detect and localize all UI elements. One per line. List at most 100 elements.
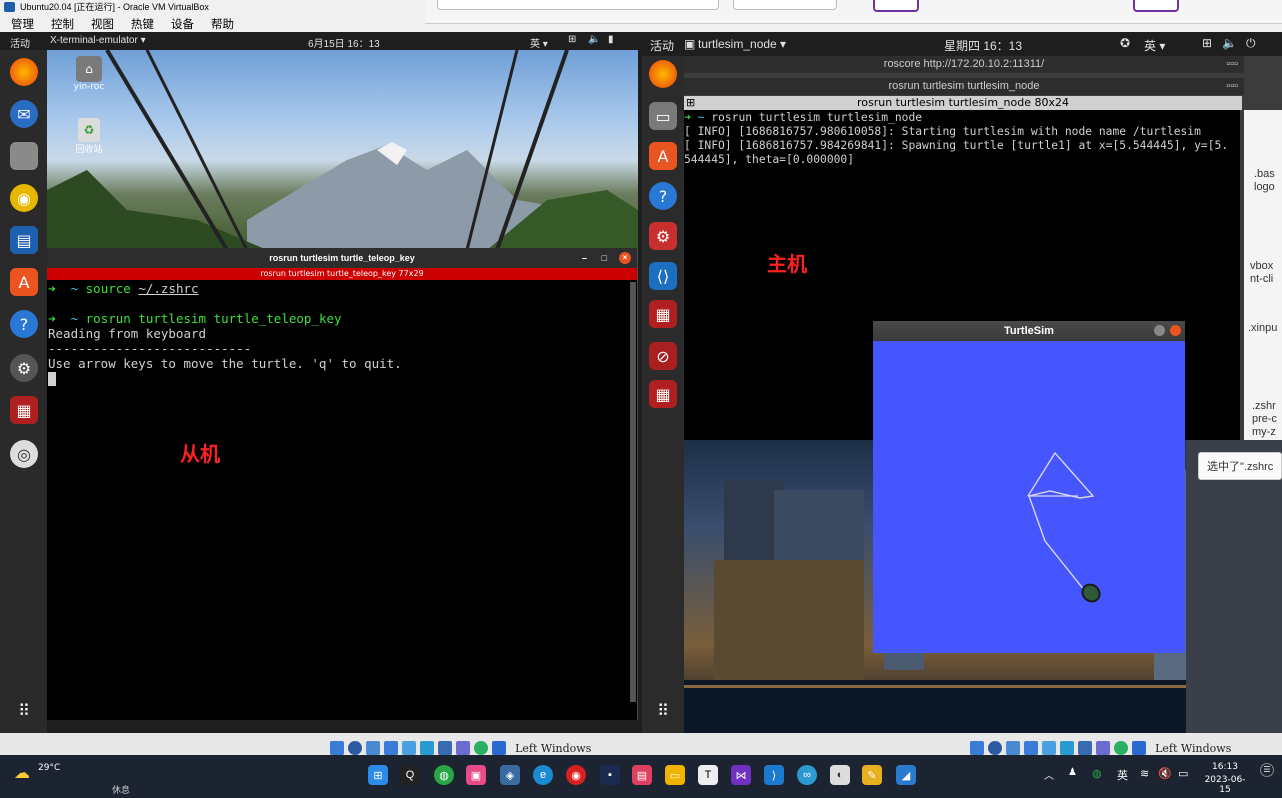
audio-icon[interactable] — [1006, 740, 1020, 755]
settings-icon[interactable]: ⚙ — [10, 354, 38, 382]
app-menu[interactable]: X-terminal-emulator ▾ — [50, 35, 146, 46]
mouse-integration-icon[interactable] — [1132, 740, 1146, 755]
software-icon[interactable]: A — [649, 142, 677, 170]
recording-icon[interactable] — [456, 740, 470, 755]
usb-icon[interactable] — [402, 740, 416, 755]
file-label[interactable]: vbox — [1250, 260, 1273, 272]
audio-icon[interactable] — [366, 740, 380, 755]
app-icon[interactable]: ◢ — [896, 765, 916, 785]
app-menu[interactable]: turtlesim_node ▾ — [698, 37, 786, 51]
terminal-icon[interactable]: ⊘ — [649, 342, 677, 370]
minimize-icon[interactable] — [1154, 325, 1165, 336]
optical-icon[interactable] — [348, 740, 362, 755]
harddisk-icon[interactable] — [970, 740, 984, 755]
terminal-icon[interactable]: ▦ — [649, 300, 677, 328]
file-label[interactable]: my-z — [1252, 426, 1276, 438]
popup-button[interactable] — [873, 0, 919, 12]
shared-folder-icon[interactable] — [1060, 740, 1074, 755]
volume-icon[interactable]: 🔈 — [588, 34, 600, 45]
files-icon[interactable] — [10, 142, 38, 170]
typora-icon[interactable]: T — [698, 765, 718, 785]
power-icon[interactable]: ⏻ — [1246, 36, 1256, 51]
weather-temp[interactable]: 29°C — [38, 763, 60, 773]
input-method[interactable]: 英 ▾ — [1144, 37, 1165, 54]
left-terminal-scrollbar[interactable] — [630, 282, 636, 702]
qq-tray-icon[interactable]: ♟ — [1068, 767, 1077, 778]
settings-icon[interactable]: ⚙ — [649, 222, 677, 250]
app-icon[interactable]: ◐ — [830, 765, 850, 785]
dvd-icon[interactable]: ◎ — [10, 440, 38, 468]
thunderbird-icon[interactable]: ✉ — [10, 100, 38, 128]
minimize-icon[interactable]: – — [582, 248, 587, 268]
left-terminal-tab[interactable]: rosrun turtlesim turtle_teleop_key 77x29 — [47, 268, 637, 280]
volume-icon[interactable]: 🔈 — [1222, 36, 1237, 50]
taskbar-date[interactable]: 2023-06-15 — [1200, 775, 1250, 795]
app-icon[interactable]: ✎ — [862, 765, 882, 785]
network-icon[interactable]: ⊞ — [568, 34, 576, 45]
wechat-tray-icon[interactable]: ◍ — [1092, 767, 1102, 780]
terminal-icon[interactable]: ▦ — [10, 396, 38, 424]
popup-input[interactable] — [437, 0, 719, 10]
close-icon[interactable] — [1170, 325, 1181, 336]
terminal-icon[interactable]: ▦ — [649, 380, 677, 408]
app-icon[interactable]: ∞ — [797, 765, 817, 785]
app-icon[interactable]: ▪ — [600, 765, 620, 785]
show-apps-icon[interactable]: ⠿ — [10, 696, 38, 724]
file-label[interactable]: nt-cli — [1250, 273, 1273, 285]
firefox-icon[interactable] — [10, 58, 38, 86]
harddisk-icon[interactable] — [330, 740, 344, 755]
clock[interactable]: 6月15日 16：13 — [308, 35, 380, 50]
menu-devices[interactable]: 设备 — [160, 14, 200, 32]
software-icon[interactable]: A — [10, 268, 38, 296]
right-terminal-tab[interactable]: ⊞ rosrun turtlesim turtlesim_node 80x24 — [684, 96, 1242, 110]
input-method-indicator[interactable]: 英 — [1117, 767, 1128, 783]
file-label[interactable]: pre-c — [1252, 413, 1277, 425]
usb-icon[interactable] — [1042, 740, 1056, 755]
window-controls-icon[interactable]: ▫▫▫ — [1226, 78, 1238, 95]
tab-menu-icon[interactable]: ⊞ — [686, 96, 695, 110]
volume-mute-icon[interactable]: 🔇 — [1158, 767, 1172, 780]
menu-control[interactable]: 控制 — [40, 14, 80, 32]
wifi-icon[interactable]: ≋ — [1140, 767, 1149, 780]
display-icon[interactable] — [438, 740, 452, 755]
menu-help[interactable]: 帮助 — [200, 14, 240, 32]
close-icon[interactable]: × — [619, 252, 631, 264]
cpu-icon[interactable] — [474, 740, 488, 755]
file-explorer-icon[interactable]: ▭ — [665, 765, 685, 785]
app-icon[interactable]: ▤ — [632, 765, 652, 785]
virtualbox-icon[interactable]: ◈ — [500, 765, 520, 785]
netease-music-icon[interactable]: ◉ — [566, 765, 586, 785]
writer-icon[interactable]: ▤ — [10, 226, 38, 254]
optical-icon[interactable] — [988, 740, 1002, 755]
file-label[interactable]: .bas — [1254, 168, 1275, 180]
taskbar-time[interactable]: 16:13 — [1200, 762, 1250, 772]
rhythmbox-icon[interactable]: ◉ — [10, 184, 38, 212]
bilibili-icon[interactable]: ▣ — [466, 765, 486, 785]
desktop-icon-trash[interactable]: ♻ 回收站 — [72, 118, 106, 155]
shared-folder-icon[interactable] — [420, 740, 434, 755]
windows-start-icon[interactable]: ⊞ — [368, 765, 388, 785]
menu-manage[interactable]: 管理 — [0, 14, 40, 32]
display-icon[interactable] — [1078, 740, 1092, 755]
clock[interactable]: 星期四 16：13 — [944, 37, 1022, 54]
network-icon[interactable] — [1024, 740, 1038, 755]
maximize-icon[interactable]: □ — [602, 248, 607, 268]
battery-icon[interactable]: ▮ — [608, 34, 614, 45]
battery-icon[interactable]: ▭ — [1178, 767, 1188, 780]
notification-icon[interactable]: ☰ — [1260, 763, 1274, 777]
qq-icon[interactable]: Q — [400, 765, 420, 785]
network-icon[interactable] — [384, 740, 398, 755]
file-label[interactable]: logo — [1254, 181, 1275, 193]
accessibility-icon[interactable]: ✪ — [1120, 36, 1130, 50]
menu-hotkeys[interactable]: 热键 — [120, 14, 160, 32]
files-icon[interactable]: ▭ — [649, 102, 677, 130]
recording-icon[interactable] — [1096, 740, 1110, 755]
file-label[interactable]: .xinpu — [1248, 322, 1277, 334]
help-icon[interactable]: ? — [10, 310, 38, 338]
tray-expand-icon[interactable]: ︿ — [1044, 767, 1054, 782]
window-controls-icon[interactable]: ▫▫▫ — [1226, 56, 1238, 73]
input-method[interactable]: 英 ▾ — [530, 35, 548, 50]
weather-icon[interactable]: ☁ — [14, 763, 34, 783]
popup-button[interactable] — [1133, 0, 1179, 12]
vscode-icon[interactable]: ⟩ — [764, 765, 784, 785]
